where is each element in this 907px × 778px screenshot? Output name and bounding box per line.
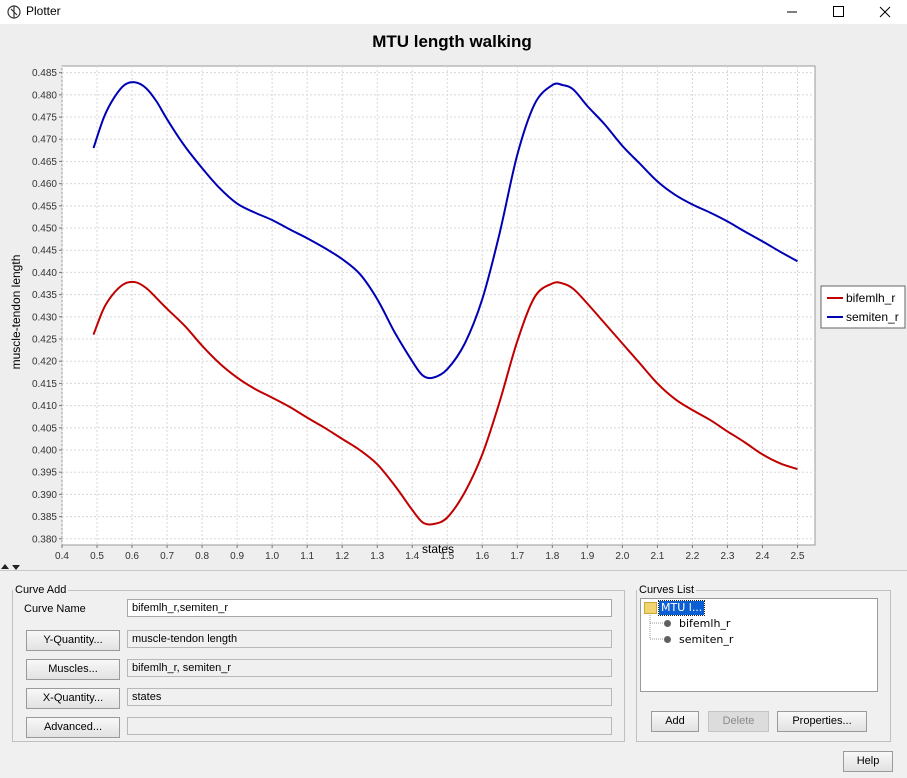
minimize-icon <box>787 11 797 13</box>
x-tick-label: 1.9 <box>580 551 594 562</box>
muscles-field: bifemlh_r, semiten_r <box>127 659 612 677</box>
x-tick-label: 1.7 <box>510 551 524 562</box>
legend-label-semiten: semiten_r <box>846 310 899 324</box>
legend-label-bifemlh: bifemlh_r <box>846 291 895 305</box>
y-tick-label: 0.475 <box>32 113 57 124</box>
y-tick-label: 0.435 <box>32 290 57 301</box>
x-tick-label: 1.8 <box>545 551 559 562</box>
y-tick-label: 0.415 <box>32 379 57 390</box>
curve-name-label: Curve Name <box>24 603 86 615</box>
mtu-chart: 0.4 0.5 0.6 0.7 0.8 0.9 1.0 1.1 1.2 1.3 1.4 1.5 1.6 1… <box>9 32 906 562</box>
properties-button[interactable]: Properties... <box>777 711 867 732</box>
y-tick-label: 0.395 <box>32 468 57 479</box>
y-tick-label: 0.470 <box>32 135 57 146</box>
x-tick-label: 0.6 <box>125 551 139 562</box>
close-button[interactable] <box>861 0 907 24</box>
x-quantity-button[interactable]: X-Quantity... <box>26 688 120 709</box>
curve-add-legend: Curve Add <box>15 584 67 596</box>
tree-root-item[interactable]: MTU l... <box>657 600 706 616</box>
y-tick-label: 0.385 <box>32 512 57 523</box>
x-tick-label: 2.2 <box>685 551 699 562</box>
x-tick-label: 0.7 <box>160 551 174 562</box>
x-tick-label: 0.5 <box>90 551 104 562</box>
maximize-button[interactable] <box>815 0 861 24</box>
x-tick-label: 2.0 <box>615 551 629 562</box>
y-tick-label: 0.460 <box>32 179 57 190</box>
y-quantity-field: muscle-tendon length <box>127 630 612 648</box>
add-button[interactable]: Add <box>651 711 699 732</box>
legend: bifemlh_r semiten_r <box>820 285 906 329</box>
muscles-button[interactable]: Muscles... <box>26 659 120 680</box>
x-tick-label: 1.0 <box>265 551 279 562</box>
help-button[interactable]: Help <box>843 751 893 772</box>
x-tick-label: 2.1 <box>650 551 664 562</box>
y-tick-label: 0.450 <box>32 224 57 235</box>
curve-bullet-icon <box>664 636 671 643</box>
y-tick-label: 0.420 <box>32 357 57 368</box>
x-axis-label: states <box>422 542 454 556</box>
y-tick-label: 0.480 <box>32 90 57 101</box>
window-titlebar: Plotter <box>0 0 907 24</box>
curve-bullet-icon <box>664 620 671 627</box>
x-tick-label: 2.3 <box>720 551 734 562</box>
minimize-button[interactable] <box>769 0 815 24</box>
y-tick-label: 0.485 <box>32 68 57 79</box>
y-tick-label: 0.400 <box>32 445 57 456</box>
chart-title: MTU length walking <box>372 32 532 51</box>
x-tick-label: 1.6 <box>475 551 489 562</box>
plot-area <box>61 65 816 546</box>
tree-item-bifemlh[interactable]: bifemlh_r <box>679 617 730 630</box>
folder-icon <box>644 602 657 614</box>
chart-panel: 0.4 0.5 0.6 0.7 0.8 0.9 1.0 1.1 1.2 1.3 1.4 1.5 1.6 1… <box>0 24 907 564</box>
x-tick-label: 1.1 <box>300 551 314 562</box>
y-tick-label: 0.440 <box>32 268 57 279</box>
x-tick-label: 1.4 <box>405 551 419 562</box>
close-icon <box>879 6 891 18</box>
y-quantity-button[interactable]: Y-Quantity... <box>26 630 120 651</box>
tree-item-semiten[interactable]: semiten_r <box>679 633 733 646</box>
y-tick-label: 0.425 <box>32 335 57 346</box>
x-tick-label: 0.9 <box>230 551 244 562</box>
y-tick-label: 0.390 <box>32 490 57 501</box>
x-tick-label: 1.2 <box>335 551 349 562</box>
x-tick-label: 1.3 <box>370 551 384 562</box>
x-tick-label: 2.5 <box>791 551 805 562</box>
y-tick-label: 0.430 <box>32 312 57 323</box>
window-title: Plotter <box>26 4 61 18</box>
y-axis-label: muscle-tendon length <box>9 255 23 370</box>
x-tick-label: 0.8 <box>195 551 209 562</box>
maximize-icon <box>833 6 844 17</box>
x-tick-label: 0.4 <box>55 551 69 562</box>
advanced-button[interactable]: Advanced... <box>26 717 120 738</box>
curve-name-input[interactable]: bifemlh_r,semiten_r <box>127 599 612 617</box>
y-tick-label: 0.455 <box>32 201 57 212</box>
curves-tree[interactable]: MTU l... bifemlh_r semiten_r <box>640 598 878 692</box>
delete-button: Delete <box>708 711 769 732</box>
y-tick-label: 0.465 <box>32 157 57 168</box>
x-tick-label: 2.4 <box>756 551 770 562</box>
y-tick-label: 0.445 <box>32 246 57 257</box>
app-icon <box>7 5 21 19</box>
y-tick-label: 0.380 <box>32 534 57 545</box>
y-tick-label: 0.410 <box>32 401 57 412</box>
y-tick-label: 0.405 <box>32 423 57 434</box>
x-quantity-field: states <box>127 688 612 706</box>
advanced-field <box>127 717 612 735</box>
curves-list-legend: Curves List <box>639 584 695 596</box>
